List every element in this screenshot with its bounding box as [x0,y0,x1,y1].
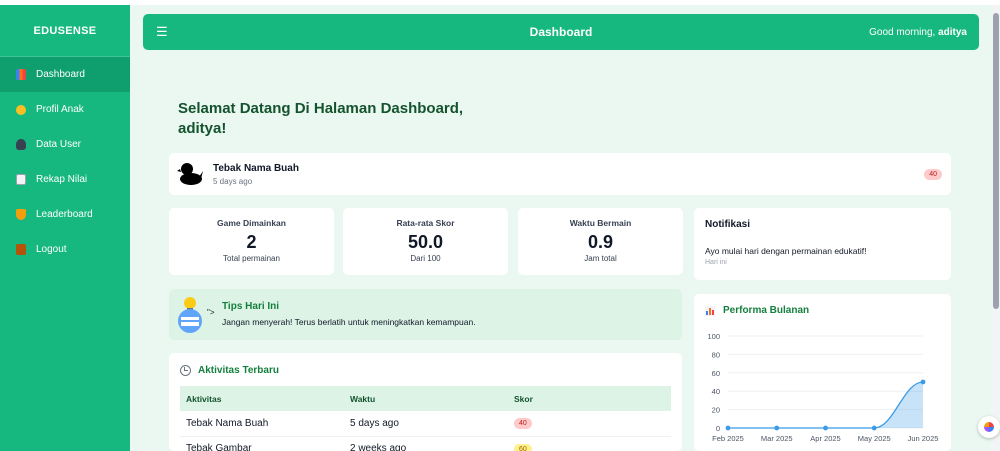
activity-header: Aktivitas Terbaru [180,365,279,376]
welcome-heading: Selamat Datang Di Halaman Dashboard, adi… [178,100,464,137]
note-icon [16,174,26,185]
table-row[interactable]: Tebak Nama Buah 5 days ago 40 [180,411,671,437]
activity-name: Tebak Gambar [180,436,344,451]
sidebar-item-label: Leaderboard [36,209,93,220]
activity-title: Aktivitas Terbaru [198,365,279,376]
sidebar-item-label: Dashboard [36,69,85,80]
x-tick-label: May 2025 [858,434,891,443]
data-point [725,425,731,431]
table-row[interactable]: Tebak Gambar 2 weeks ago 60 [180,436,671,451]
y-tick-label: 80 [712,350,720,359]
y-tick-label: 100 [707,332,720,341]
notification-message[interactable]: Ayo mulai hari dengan permainan edukatif… [705,246,940,256]
score-badge: 40 [514,418,532,430]
y-tick-label: 60 [712,369,720,378]
trophy-icon [16,209,26,220]
main-content: ☰ Dashboard Good morning, aditya Selamat… [130,5,992,451]
x-tick-label: Jun 2025 [908,434,939,443]
tips-title: Tips Hari Ini [222,301,280,312]
column-header: Aktivitas [180,386,344,411]
stat-value: 50.0 [407,232,444,252]
performance-header: Performa Bulanan [705,305,809,316]
tips-card: "> Tips Hari Ini Jangan menyerah! Terus … [169,289,682,340]
data-point [774,425,780,431]
stat-value: 0.9 [587,232,614,252]
page-scrollbar[interactable] [992,5,1000,451]
performance-title: Performa Bulanan [723,305,810,316]
floating-helper-button[interactable] [978,416,1000,438]
activity-score-cell: 60 [508,436,671,451]
stat-card-average-score: Rata-rata Skor 50.0 Dari 100 [343,208,508,275]
user-icon [16,139,26,150]
stat-card-play-time: Waktu Bermain 0.9 Jam total [518,208,683,275]
hamburger-menu-icon[interactable]: ☰ [156,24,168,40]
x-tick-label: Mar 2025 [761,434,793,443]
monthly-performance-card: Performa Bulanan 0 20 40 60 80 100 Feb 2025 Mar… [694,294,951,451]
score-badge: 60 [514,443,532,451]
activity-score-cell: 40 [508,411,671,437]
data-point [920,379,926,385]
x-tick-label: Apr 2025 [810,434,840,443]
stat-title: Game Dimainkan [217,218,286,228]
activity-time: 2 weeks ago [344,436,508,451]
sidebar-item-logout[interactable]: Logout [0,232,130,267]
stat-title: Waktu Bermain [569,218,632,228]
score-badge: 40 [924,169,942,180]
face-icon [16,104,26,115]
sidebar-item-rekap-nilai[interactable]: Rekap Nilai [0,162,130,197]
stat-title: Rata-rata Skor [396,218,455,228]
greeting: Good morning, aditya [869,27,967,38]
series-area [728,382,923,428]
y-tick-label: 20 [712,406,720,415]
x-tick-label: Feb 2025 [712,434,744,443]
performance-line-chart: 0 20 40 60 80 100 Feb 2025 Mar 2025 Apr 2025 May … [707,332,939,443]
sidebar: EDUSENSE Dashboard Profil Anak Data User… [0,5,130,451]
door-icon [16,244,26,255]
notifications-card: Notifikasi Ayo mulai hari dengan permain… [694,208,951,280]
sidebar-item-data-user[interactable]: Data User [0,127,130,162]
sidebar-item-leaderboard[interactable]: Leaderboard [0,197,130,232]
table-header-row: Aktivitas Waktu Skor [180,386,671,411]
stat-subtitle: Dari 100 [410,254,441,263]
sidebar-item-profil-anak[interactable]: Profil Anak [0,92,130,127]
y-tick-label: 40 [712,387,720,396]
scrollbar-thumb[interactable] [993,13,999,309]
recent-activity-card: Aktivitas Terbaru Aktivitas Waktu Skor T… [169,353,682,451]
username: aditya [938,26,967,38]
sidebar-item-dashboard[interactable]: Dashboard [0,57,130,92]
brand-logo: EDUSENSE [0,5,130,57]
game-time: 5 days ago [213,176,253,186]
tips-arrow: "> [207,308,215,317]
notification-time: Hari ini [705,259,727,266]
stat-subtitle: Jam total [584,254,617,263]
page-title: Dashboard [529,25,593,39]
game-info: Tebak Nama Buah 5 days ago [213,163,299,186]
sidebar-item-label: Rekap Nilai [36,174,88,185]
stat-subtitle: Total permainan [223,254,280,263]
column-header: Skor [508,386,671,411]
notifications-title: Notifikasi [705,219,751,230]
activity-table: Aktivitas Waktu Skor Tebak Nama Buah 5 d… [180,386,671,451]
game-name: Tebak Nama Buah [213,162,299,174]
activity-time: 5 days ago [344,411,508,437]
y-tick-label: 0 [716,424,720,433]
sidebar-item-label: Data User [36,139,82,150]
bar-chart-icon [705,305,715,316]
latest-game-card[interactable]: Tebak Nama Buah 5 days ago 40 [169,153,951,195]
data-point [871,425,877,431]
activity-name: Tebak Nama Buah [180,411,344,437]
stat-value: 2 [246,232,257,252]
duck-icon [177,163,203,185]
chart-icon [16,69,26,80]
greeting-text: Good morning, [869,26,939,38]
column-header: Waktu [344,386,508,411]
clock-icon [180,365,191,376]
top-header: ☰ Dashboard Good morning, aditya [143,14,979,50]
tips-text: Jangan menyerah! Terus berlatih untuk me… [222,317,476,327]
lightbulb-tips-icon [178,297,202,333]
sidebar-item-label: Profil Anak [36,104,84,115]
sidebar-item-label: Logout [36,244,67,255]
stat-card-games-played: Game Dimainkan 2 Total permainan [169,208,334,275]
data-point [823,425,828,431]
